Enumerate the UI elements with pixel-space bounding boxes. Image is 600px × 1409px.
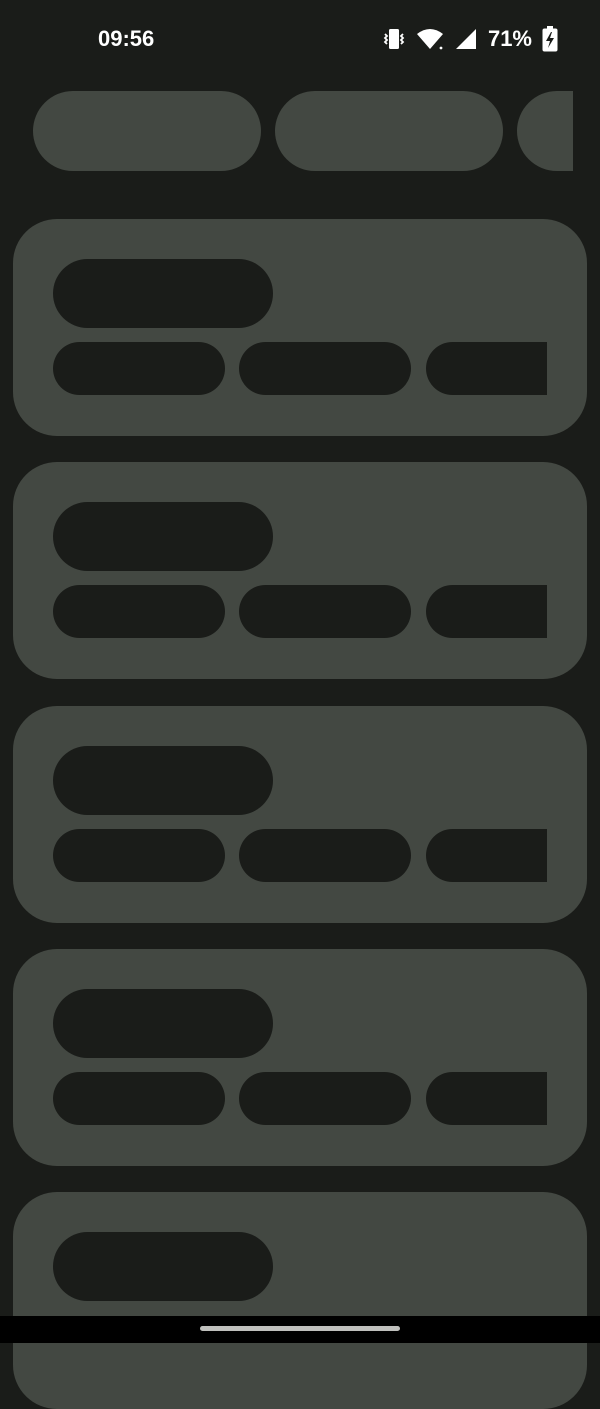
status-time: 09:56 (98, 26, 155, 51)
battery-percent: 71% (487, 26, 532, 51)
tag-placeholder (53, 342, 225, 395)
home-gesture-handle[interactable] (200, 1326, 400, 1331)
card-title-placeholder (53, 502, 273, 571)
card-placeholder[interactable] (13, 706, 587, 923)
card-tag-row (53, 585, 547, 638)
card-tag-row (53, 829, 547, 882)
tag-placeholder (426, 1072, 547, 1125)
tag-placeholder (239, 342, 411, 395)
navigation-bar (0, 1316, 600, 1343)
tag-placeholder (426, 829, 547, 882)
card-placeholder[interactable] (13, 949, 587, 1166)
signal-icon (454, 27, 478, 51)
battery-charging-icon (542, 26, 558, 52)
card-title-placeholder (53, 746, 273, 815)
filter-chip-placeholder[interactable] (275, 91, 503, 171)
card-tag-row (53, 342, 547, 395)
card-title-placeholder (53, 1232, 273, 1301)
card-title-placeholder (53, 259, 273, 328)
vibrate-icon (382, 26, 406, 52)
tag-placeholder (239, 829, 411, 882)
tag-placeholder (239, 1072, 411, 1125)
filter-chip-placeholder[interactable] (33, 91, 261, 171)
card-title-placeholder (53, 989, 273, 1058)
card-placeholder[interactable] (13, 1192, 587, 1409)
filter-chip-row (0, 91, 573, 172)
filter-chip-placeholder[interactable] (517, 91, 573, 171)
card-placeholder[interactable] (13, 462, 587, 679)
wifi-icon (416, 27, 444, 51)
card-tag-row (53, 1072, 547, 1125)
tag-placeholder (53, 829, 225, 882)
card-placeholder[interactable] (13, 219, 587, 436)
tag-placeholder (426, 342, 547, 395)
status-bar: 09:56 71% (0, 0, 600, 78)
tag-placeholder (239, 585, 411, 638)
tag-placeholder (53, 1072, 225, 1125)
tag-placeholder (426, 585, 547, 638)
status-icons: 71% (382, 24, 558, 54)
tag-placeholder (53, 585, 225, 638)
